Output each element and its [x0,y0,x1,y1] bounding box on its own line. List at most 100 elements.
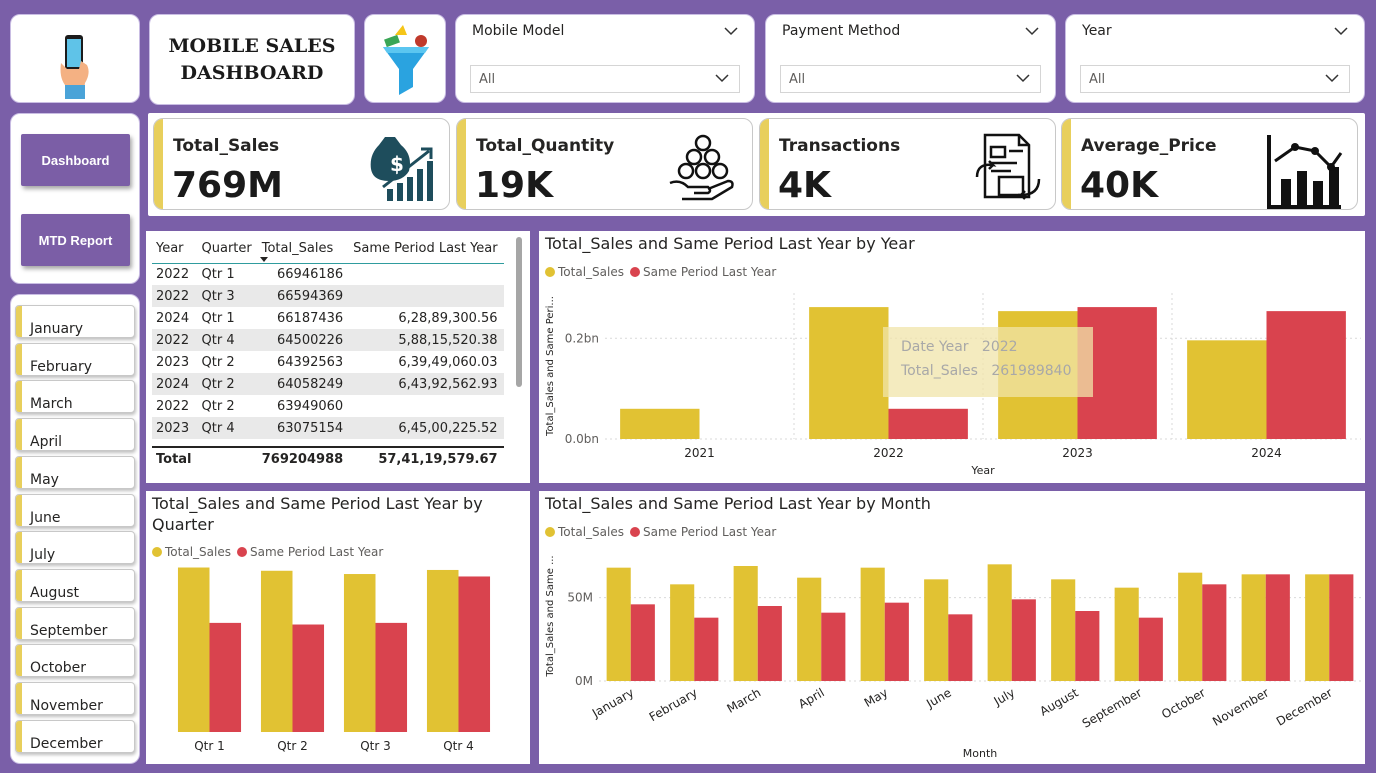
month-item-march[interactable]: March [15,380,135,414]
cell-year: 2024 [152,373,198,395]
payment-method-slicer[interactable]: Payment Method All [765,14,1056,103]
mobile-model-slicer[interactable]: Mobile Model All [455,14,755,103]
table-row[interactable]: 2023 Qtr 2 64392563 6,39,49,060.03 [152,351,504,373]
month-accent-bar [16,306,22,337]
cell-year: 2022 [152,285,198,307]
cell-total-sales: 64500226 [257,329,350,351]
total-empty [197,446,258,471]
column-header-year[interactable]: Year [152,235,198,264]
cell-quarter: Qtr 2 [201,398,235,414]
month-bar-chart: 0M 50M January February March April May June Jul… [545,555,1361,760]
dropdown-value: All [1089,72,1106,87]
chevron-down-icon[interactable] [1334,27,1348,36]
mobile-model-dropdown[interactable]: All [470,65,740,93]
x-tick-label: June [923,685,954,711]
bar-total-sales-may [860,567,885,681]
tooltip-value: 261989840 [991,363,1072,379]
x-tick-label: May [862,685,890,710]
cell-year: 2023 [152,417,198,439]
quarter-bar-chart: Qtr 1 Qtr 2 Qtr 3 Qtr 4 [177,567,491,753]
month-accent-bar [16,381,22,413]
month-item-june[interactable]: June [15,493,135,527]
cell-total-sales: 63075154 [257,417,350,439]
mtd-report-button[interactable]: MTD Report [21,214,130,266]
cell-quarter: Qtr 3 [197,285,258,307]
bar-total-sales-2021 [620,408,700,439]
cell-total-sales: 66187436 [277,310,344,326]
month-item-december[interactable]: December [15,719,135,753]
kpi-value: 40K [1080,165,1158,206]
bar-same-period-september [1138,617,1163,681]
month-item-may[interactable]: May [15,455,135,489]
chevron-down-icon [1016,74,1030,83]
dropdown-value: All [789,72,806,87]
kpi-average-price: Average_Price 40K [1061,118,1358,210]
table-row[interactable]: 2022 Qtr 1 66946186 [152,263,504,285]
chevron-down-icon [715,74,729,83]
cell-same-period: 6,43,92,562.93 [349,373,504,395]
month-item-february[interactable]: February [15,342,135,376]
x-tick-label: October [1159,685,1208,721]
table-row[interactable]: 2024 Qtr 1 66187436 6,28,89,300.56 [152,307,504,329]
chevron-down-icon [1325,74,1339,83]
month-item-november[interactable]: November [15,682,135,715]
month-item-october[interactable]: October [15,644,135,678]
table-row[interactable]: 2022 Qtr 3 66594369 [152,285,504,307]
chevron-down-icon[interactable] [724,27,738,36]
month-item-april[interactable]: April [15,418,135,452]
column-header-total-sales[interactable]: Total_Sales [257,235,350,264]
column-header-same-period[interactable]: Same Period Last Year [349,235,504,264]
cell-quarter: Qtr 4 [197,329,258,351]
month-item-january[interactable]: January [15,305,135,338]
month-item-july[interactable]: July [15,531,135,565]
bar-total-sales-june [924,579,949,681]
kpi-accent-bar [457,119,466,209]
y-axis-title: Total_Sales and Same ... [545,555,556,677]
year-dropdown[interactable]: All [1080,65,1350,93]
x-tick-label: September [1080,685,1144,730]
x-axis-title: Month [963,747,998,760]
month-item-september[interactable]: September [15,606,135,640]
scrollbar[interactable] [516,237,522,387]
month-label: March [30,396,73,413]
x-tick-label: February [647,685,700,724]
kpi-total-quantity: Total_Quantity 19K [456,118,753,210]
bar-same-period-october [1202,584,1227,681]
x-tick-label: Qtr 1 [194,739,225,753]
kpi-value: 4K [778,165,831,206]
month-item-august[interactable]: August [15,568,135,602]
chevron-down-icon[interactable] [1025,27,1039,36]
month-accent-bar [16,343,22,375]
bar-total-sales-qtr-2 [260,570,293,732]
money-bag-growth-icon: $ [370,137,433,201]
table-row[interactable]: 2022 Qtr 4 64500226 5,88,15,520.38 [152,329,504,351]
bar-same-period-2022 [888,408,968,439]
bar-total-sales-august [1051,579,1076,681]
x-tick-label: Qtr 4 [443,739,474,753]
month-label: December [30,735,103,752]
bar-total-sales-december [1305,574,1330,681]
payment-method-dropdown[interactable]: All [780,65,1041,93]
logo-card [10,14,140,103]
year-slicer[interactable]: Year All [1065,14,1365,103]
cell-quarter: Qtr 2 [201,354,235,370]
table-row[interactable]: 2024 Qtr 2 64058249 6,43,92,562.93 [152,373,504,395]
kpi-name: Average_Price [1081,136,1217,156]
kpi-accent-bar [1062,119,1071,209]
dashboard-button[interactable]: Dashboard [21,134,130,186]
bar-total-sales-march [733,566,758,681]
kpi-total-sales: Total_Sales 769M $ [153,118,450,210]
kpi-name: Total_Quantity [476,136,615,156]
title-line-1: MOBILE SALES [168,34,336,57]
table-row[interactable]: 2022 Qtr 2 63949060 [152,395,504,417]
y-axis-title: Total_Sales and Same Peri... [545,296,556,437]
x-tick-label: Qtr 3 [360,739,391,753]
kpi-accent-bar [154,119,163,209]
bar-same-period-february [694,617,719,681]
column-header-quarter[interactable]: Quarter [197,235,258,264]
cell-same-period [349,395,503,417]
cell-year: 2022 [152,329,198,351]
x-tick-label: August [1037,685,1081,718]
table-row[interactable]: 2023 Qtr 4 63075154 6,45,00,225.52 [152,417,504,439]
y-tick-label: 50M [567,591,593,605]
